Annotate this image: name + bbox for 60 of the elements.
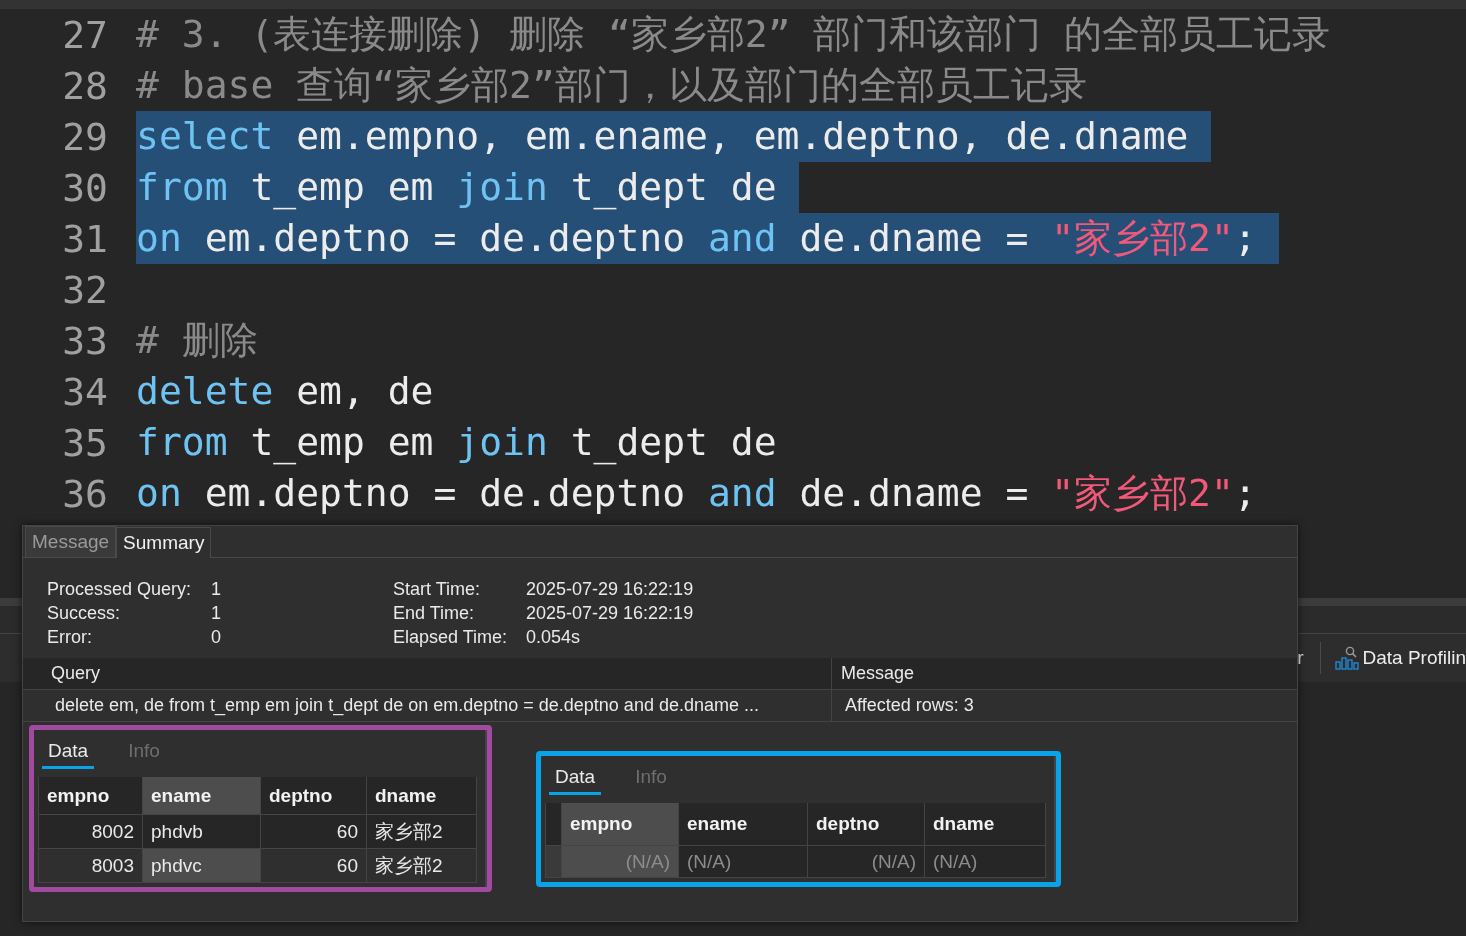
- table-cell: Affected rows: 3: [831, 690, 1297, 722]
- column-header[interactable]: empno: [562, 803, 679, 846]
- stat-value: 2025-07-29 16:22:19: [526, 578, 695, 601]
- table-cell: phdvb: [143, 815, 261, 849]
- table-cell: (N/A): [679, 846, 808, 878]
- line-number: 31: [61, 216, 109, 261]
- code-line: # base 查询“家乡部2”部门，以及部门的全部员工记录: [136, 62, 1087, 109]
- column-header[interactable]: ename: [143, 777, 261, 815]
- chart-search-icon: [1334, 646, 1359, 670]
- stat-value: 1: [211, 602, 222, 625]
- table-cell: (N/A): [925, 846, 1046, 878]
- stat-value: 0.054s: [526, 626, 582, 649]
- line-number: 30: [61, 165, 109, 210]
- column-header[interactable]: ename: [679, 803, 808, 846]
- toolbar-button-label[interactable]: r: [1297, 647, 1304, 669]
- dialog-tab[interactable]: Message: [25, 526, 117, 557]
- table-cell: 60: [261, 815, 367, 849]
- code-line: # 删除: [136, 317, 258, 364]
- column-header: Query: [23, 658, 831, 690]
- code-line: from t_emp em join t_dept de: [136, 419, 777, 467]
- table-cell: (N/A): [562, 846, 679, 878]
- table-cell: 8002: [39, 815, 143, 849]
- stat-label: Error:: [47, 626, 93, 649]
- table-cell: 家乡部2: [367, 815, 477, 849]
- line-number: 28: [61, 63, 109, 108]
- code-line: delete em, de: [136, 368, 434, 415]
- stat-value: 2025-07-29 16:22:19: [526, 602, 695, 625]
- table-cell: delete em, de from t_emp em join t_dept de on em.deptno = de.deptno and de.dname ...: [23, 690, 831, 722]
- line-number: 33: [61, 318, 109, 363]
- dialog-tab[interactable]: Summary: [116, 527, 212, 558]
- column-header[interactable]: empno: [39, 777, 143, 815]
- line-number: 36: [61, 471, 109, 516]
- result-tab[interactable]: Data: [42, 740, 95, 769]
- stat-label: Processed Query:: [47, 578, 193, 601]
- stat-label: Start Time:: [393, 578, 482, 601]
- table-cell: phdvc: [143, 849, 261, 883]
- column-header[interactable]: dname: [367, 777, 477, 815]
- code-line: # 3. (表连接删除) 删除 “家乡部2” 部门和该部门 的全部员工记录: [136, 11, 1331, 58]
- column-header[interactable]: dname: [925, 803, 1046, 846]
- table-cell: 家乡部2: [367, 849, 477, 883]
- stat-label: End Time:: [393, 602, 476, 625]
- line-number: 34: [61, 369, 109, 414]
- stat-value: 1: [211, 578, 222, 601]
- row-header-cell[interactable]: [546, 846, 562, 878]
- table-cell: 8003: [39, 849, 143, 883]
- stat-label: Elapsed Time:: [393, 626, 509, 649]
- column-header: Message: [831, 658, 1297, 690]
- code-line: on em.deptno = de.deptno and de.dname = "家乡部2";: [136, 470, 1257, 517]
- line-number: 29: [61, 114, 109, 159]
- table-cell: 60: [261, 849, 367, 883]
- result-tab[interactable]: Data: [549, 766, 602, 795]
- data-profiling-button[interactable]: Data Profilin: [1334, 646, 1466, 670]
- stat-value: 0: [211, 626, 222, 649]
- stat-label: Success:: [47, 602, 122, 625]
- table-cell: (N/A): [808, 846, 925, 878]
- line-number: 27: [61, 12, 109, 57]
- line-number: 35: [61, 420, 109, 465]
- column-header[interactable]: deptno: [261, 777, 367, 815]
- column-header[interactable]: deptno: [808, 803, 925, 846]
- line-number: 32: [61, 267, 109, 312]
